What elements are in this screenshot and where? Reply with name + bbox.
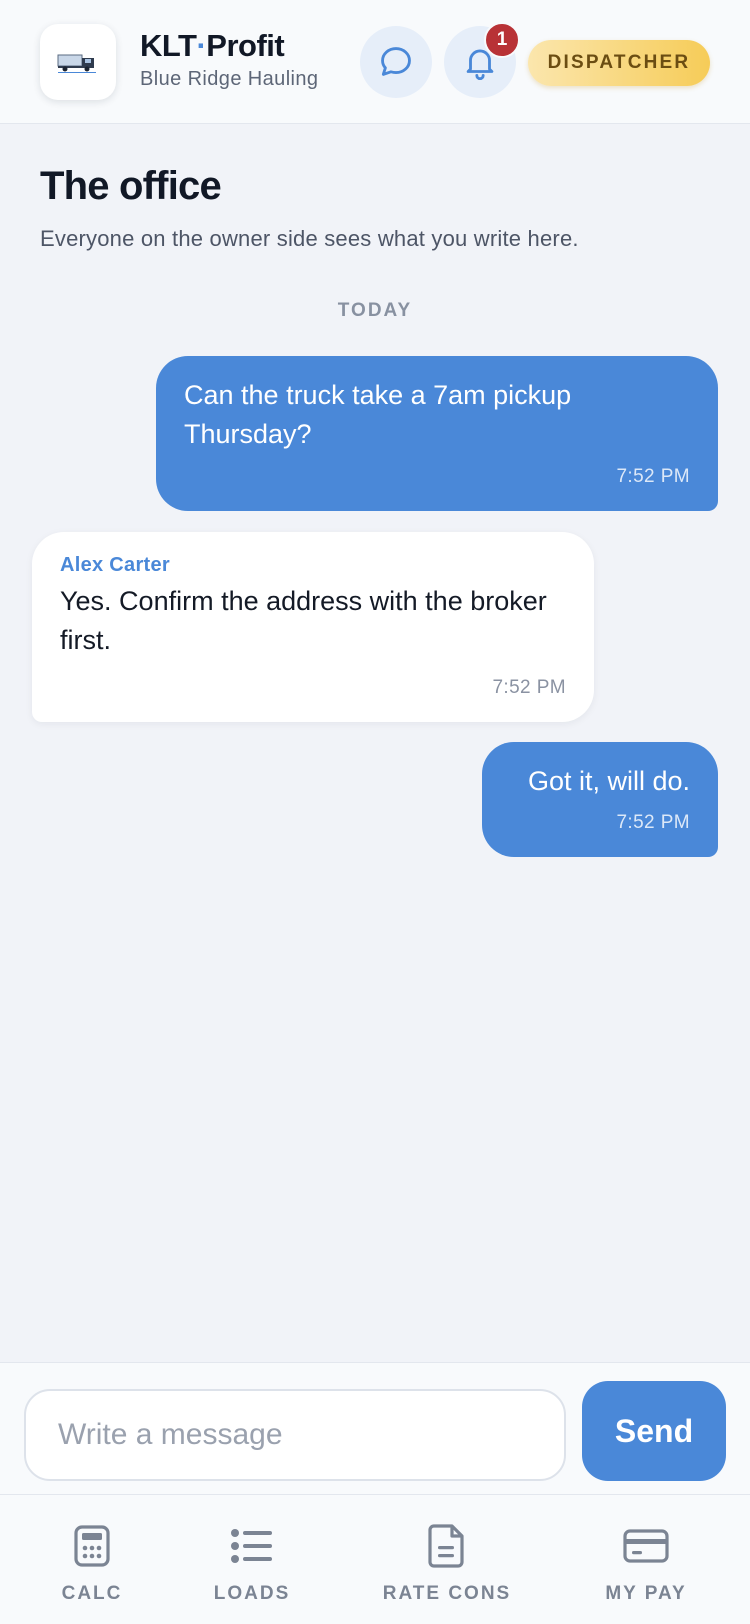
document-icon [428,1524,464,1568]
nav-item-my-pay[interactable]: MY PAY [590,1495,702,1624]
message-text: Yes. Confirm the address with the broker… [60,586,547,655]
app-title: KLT·Profit [140,28,285,64]
nav-label: CALC [61,1583,123,1604]
brand-dot: · [196,28,207,63]
message-time: 7:52 PM [616,812,690,833]
nav-item-loads[interactable]: LOADS [196,1495,308,1624]
message-bubble-outgoing[interactable]: Can the truck take a 7am pickup Thursday… [156,356,718,511]
message-input[interactable] [24,1389,566,1481]
message-sender: Alex Carter [60,554,171,576]
nav-item-rate-cons[interactable]: RATE CONS [370,1495,524,1624]
message-time: 7:52 PM [492,677,566,698]
role-badge[interactable]: DISPATCHER [528,40,710,86]
message-text: Got it, will do. [527,766,690,796]
message-text: Can the truck take a 7am pickup Thursday… [184,380,572,449]
list-icon [231,1529,272,1563]
message-composer: Send [0,1362,750,1494]
page-subtitle: Everyone on the owner side sees what you… [40,226,579,251]
app-header: KLT·Profit Blue Ridge Hauling 1 DISPATCH… [0,0,750,124]
send-button[interactable]: Send [582,1381,726,1481]
brand-name-left: KLT [140,28,197,63]
brand-name-right: Profit [206,28,285,63]
message-bubble-incoming[interactable]: Alex Carter Yes. Confirm the address wit… [32,532,594,722]
nav-item-calc[interactable]: CALC [42,1495,142,1624]
page-title: The office [40,164,222,208]
calculator-icon [74,1525,110,1567]
credit-card-icon [623,1529,669,1563]
message-time: 7:52 PM [616,466,690,487]
company-name: Blue Ridge Hauling [140,68,319,90]
day-separator: TODAY [337,300,413,321]
chat-bubble-icon [381,47,411,76]
message-bubble-outgoing[interactable]: Got it, will do. 7:52 PM [482,742,718,857]
notification-badge: 1 [484,22,520,58]
chat-button[interactable] [360,26,432,98]
company-logo[interactable] [40,24,116,100]
nav-label: MY PAY [605,1583,687,1604]
truck-logo-icon [57,54,96,73]
nav-label: RATE CONS [382,1583,512,1604]
nav-label: LOADS [213,1583,291,1604]
bottom-nav: CALC LOADS RATE CONS MY PAY [0,1494,750,1624]
